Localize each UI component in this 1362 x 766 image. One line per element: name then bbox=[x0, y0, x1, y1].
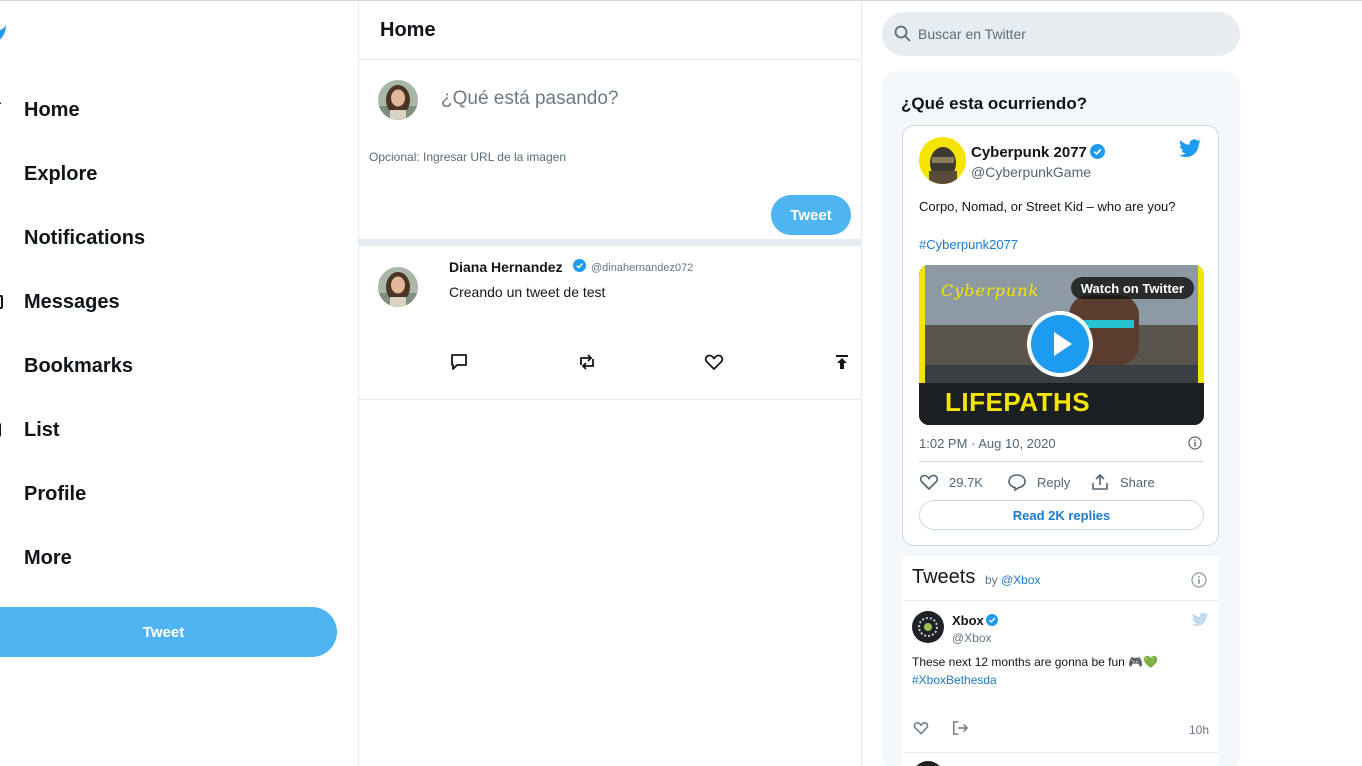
avatar[interactable] bbox=[378, 80, 418, 120]
avatar[interactable] bbox=[919, 137, 966, 184]
timeline-by: by bbox=[985, 573, 998, 587]
reply-action[interactable]: Reply bbox=[1007, 472, 1070, 492]
main-timeline: Home ¿Qué está pasando? Opcional: Ingres… bbox=[358, 1, 862, 766]
nav-label: Notifications bbox=[24, 226, 146, 249]
avatar[interactable] bbox=[912, 611, 944, 643]
twitter-bird-icon[interactable] bbox=[0, 25, 10, 45]
reply-icon[interactable] bbox=[449, 352, 469, 372]
tweet-author-handle[interactable]: @dinahernandez072 bbox=[591, 262, 693, 274]
nav-item-more[interactable]: More bbox=[0, 538, 300, 578]
like-icon[interactable] bbox=[704, 352, 724, 372]
nav-item-home[interactable]: Home bbox=[0, 90, 300, 130]
tweet-item[interactable]: Diana Hernandez @dinahernandez072 Creand… bbox=[359, 246, 861, 400]
reply-label: Reply bbox=[1037, 474, 1071, 490]
nav-item-list[interactable]: List bbox=[0, 410, 300, 450]
heart-icon bbox=[919, 474, 939, 491]
twitter-bird-icon[interactable] bbox=[1178, 139, 1202, 159]
nav-item-bookmarks[interactable]: Bookmarks bbox=[0, 346, 300, 386]
like-icon[interactable] bbox=[913, 720, 929, 736]
embed-timestamp[interactable]: 1:02 PM · Aug 10, 2020 bbox=[919, 436, 1056, 451]
list-icon bbox=[0, 423, 1, 437]
tweet-text-input[interactable]: ¿Qué está pasando? bbox=[441, 88, 618, 110]
envelope-icon bbox=[0, 295, 3, 309]
timeline-title: Tweets bbox=[912, 566, 976, 588]
tweet-composer: ¿Qué está pasando? Opcional: Ingresar UR… bbox=[359, 60, 861, 246]
xbox-tweet-text: These next 12 months are gonna be fun 🎮💚 bbox=[912, 655, 1159, 669]
trends-title: ¿Qué esta ocurriendo? bbox=[901, 94, 1088, 113]
sidebar: Home Explore Notifications Messages Book… bbox=[0, 1, 358, 766]
nav-item-profile[interactable]: Profile bbox=[0, 474, 300, 514]
verified-icon bbox=[573, 259, 586, 272]
share-label: Share bbox=[1120, 474, 1155, 490]
home-icon bbox=[0, 102, 1, 106]
play-icon[interactable] bbox=[1027, 311, 1093, 377]
media-brand-logo: Cyberpunk bbox=[941, 281, 1040, 300]
nav-label: Bookmarks bbox=[24, 354, 133, 377]
share-icon[interactable] bbox=[832, 352, 852, 372]
xbox-hashtag-link[interactable]: #XboxBethesda bbox=[912, 673, 997, 687]
divider bbox=[902, 752, 1219, 753]
embed-hashtag-link[interactable]: #Cyberpunk2077 bbox=[919, 237, 1018, 252]
avatar[interactable] bbox=[378, 267, 418, 307]
search-icon bbox=[894, 25, 911, 42]
nav-item-notifications[interactable]: Notifications bbox=[0, 218, 300, 258]
nav-item-explore[interactable]: Explore bbox=[0, 154, 300, 194]
xbox-timeline-widget: Tweets by @Xbox Xbox @Xbox These next 12… bbox=[902, 556, 1219, 766]
share-icon bbox=[1092, 473, 1108, 490]
share-icon[interactable] bbox=[951, 720, 969, 736]
image-url-input[interactable]: Opcional: Ingresar URL de la imagen bbox=[369, 150, 566, 164]
reply-icon bbox=[1008, 474, 1026, 492]
timeline-handle-link[interactable]: @Xbox bbox=[1001, 573, 1041, 587]
nav-item-messages[interactable]: Messages bbox=[0, 282, 300, 322]
tweet-author-name[interactable]: Diana Hernandez bbox=[449, 259, 563, 275]
embed-author-handle[interactable]: @CyberpunkGame bbox=[971, 164, 1091, 180]
divider bbox=[902, 600, 1219, 601]
avatar[interactable] bbox=[912, 761, 944, 766]
watch-on-twitter-button[interactable]: Watch on Twitter bbox=[1070, 277, 1194, 299]
embed-video-thumbnail[interactable]: Cyberpunk Watch on Twitter LIFEPATHS bbox=[919, 265, 1204, 425]
verified-icon bbox=[1090, 144, 1105, 159]
trends-panel: ¿Qué esta ocurriendo? Cyberpunk 2077 @Cy… bbox=[882, 71, 1240, 766]
xbox-tweet-time[interactable]: 10h bbox=[1189, 723, 1209, 737]
read-replies-button[interactable]: Read 2K replies bbox=[919, 500, 1204, 530]
sidebar-tweet-button[interactable]: Tweet bbox=[0, 607, 337, 657]
nav-label: Home bbox=[24, 98, 80, 121]
app-root: Home Explore Notifications Messages Book… bbox=[0, 0, 1362, 766]
search-input[interactable]: Buscar en Twitter bbox=[882, 12, 1240, 56]
composer-tweet-button[interactable]: Tweet bbox=[771, 195, 851, 235]
nav-label: List bbox=[24, 418, 60, 441]
nav-label: Messages bbox=[24, 290, 120, 313]
info-icon[interactable] bbox=[1188, 436, 1202, 450]
embed-text: Corpo, Nomad, or Street Kid – who are yo… bbox=[919, 199, 1176, 214]
share-action[interactable]: Share bbox=[1090, 472, 1155, 492]
like-count: 29.7K bbox=[949, 474, 983, 490]
xbox-author-name[interactable]: Xbox bbox=[952, 613, 984, 628]
timeline-header: Home bbox=[359, 1, 861, 60]
page-title: Home bbox=[380, 18, 436, 41]
embed-author-name[interactable]: Cyberpunk 2077 bbox=[971, 144, 1087, 161]
tweet-text: Creando un tweet de test bbox=[449, 284, 606, 300]
nav-label: More bbox=[24, 546, 72, 569]
retweet-icon[interactable] bbox=[577, 352, 597, 372]
nav-label: Explore bbox=[24, 162, 98, 185]
info-icon[interactable] bbox=[1191, 572, 1207, 588]
verified-icon bbox=[986, 614, 998, 626]
like-stat[interactable]: 29.7K bbox=[919, 472, 983, 492]
media-title: LIFEPATHS bbox=[945, 387, 1091, 417]
nav-label: Profile bbox=[24, 482, 87, 505]
embedded-tweet[interactable]: Cyberpunk 2077 @CyberpunkGame Corpo, Nom… bbox=[902, 125, 1219, 546]
xbox-author-handle[interactable]: @Xbox bbox=[952, 631, 992, 645]
divider bbox=[919, 461, 1203, 462]
twitter-bird-icon[interactable] bbox=[1191, 612, 1209, 628]
